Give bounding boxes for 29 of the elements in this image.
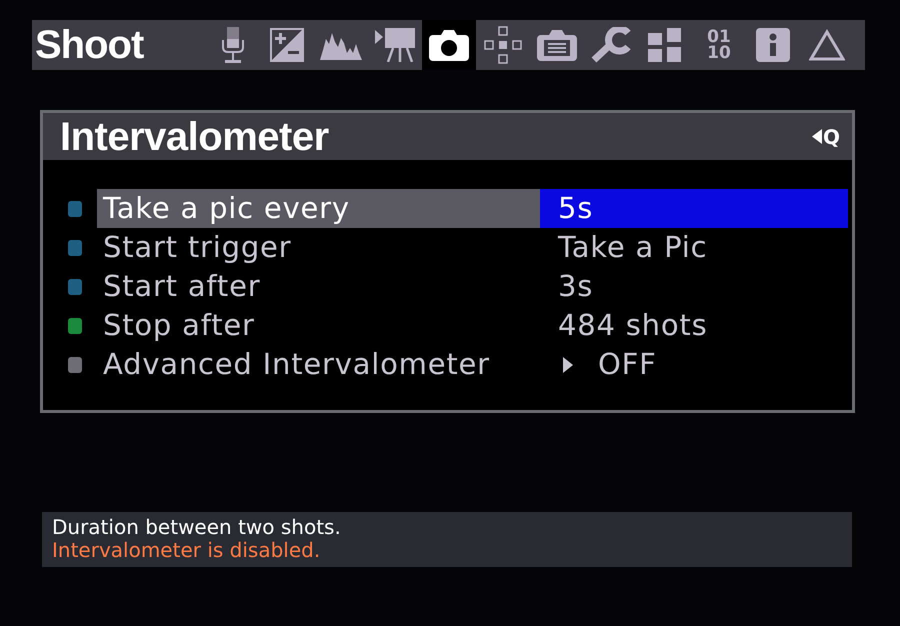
menu-item[interactable]: Start after [97, 267, 540, 306]
menu-item[interactable]: Take a pic every [97, 189, 540, 228]
setting-value[interactable]: 5s [540, 189, 848, 228]
info-icon [756, 28, 790, 62]
setting-value[interactable]: 484 shots [540, 306, 848, 345]
panel-title: Intervalometer [60, 116, 329, 156]
menu-item[interactable]: Advanced Intervalometer [97, 345, 540, 384]
menu-tab[interactable]: 01 10 [692, 20, 746, 70]
camera-list-icon [537, 29, 577, 61]
grid-icon [648, 28, 682, 62]
submenu-arrow-icon [563, 356, 573, 372]
setting-value[interactable]: OFF [540, 345, 848, 384]
setting-value[interactable]: 3s [540, 267, 848, 306]
camera-icon [429, 29, 469, 61]
focus-points-icon [484, 26, 522, 64]
setting-value[interactable]: Take a Pic [540, 228, 848, 267]
menu-title: Shoot [34, 22, 145, 69]
shortcut-key: Q [822, 126, 840, 146]
exposure-compensation-icon [270, 28, 304, 62]
movie-camera-icon [375, 28, 415, 62]
menu-item[interactable]: Start trigger [97, 228, 540, 267]
wrench-icon [591, 27, 631, 63]
menu-tab[interactable] [422, 20, 476, 70]
menu-item[interactable]: Stop after [97, 306, 540, 345]
warning-text: Intervalometer is disabled. [52, 539, 320, 562]
help-text: Duration between two shots. [52, 516, 341, 539]
left-triangle-icon [812, 129, 822, 144]
triangle-icon [809, 29, 845, 61]
microphone-icon [221, 27, 245, 63]
